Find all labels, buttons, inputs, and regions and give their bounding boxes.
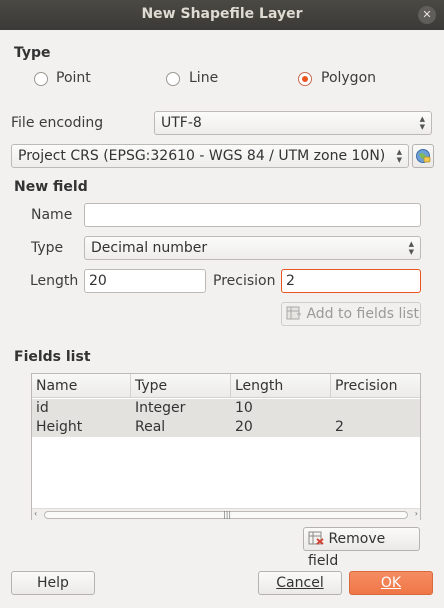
crs-select[interactable]: Project CRS (EPSG:32610 - WGS 84 / UTM z…: [11, 144, 409, 168]
globe-icon: [416, 149, 431, 163]
table-cell: 2: [335, 419, 344, 435]
type-heading: Type: [14, 45, 51, 61]
table-cell: 20: [235, 419, 253, 435]
add-to-fields-button[interactable]: Add to fields list: [281, 302, 421, 326]
radio-point[interactable]: [34, 72, 48, 86]
window-titlebar: New Shapefile Layer ✕: [0, 0, 444, 30]
length-input[interactable]: 20: [84, 269, 206, 293]
table-row[interactable]: Height Real 20 2: [32, 418, 420, 437]
help-button[interactable]: Help: [11, 571, 95, 595]
combo-arrows-icon: ▲ ▼: [419, 115, 425, 131]
close-icon[interactable]: ✕: [418, 6, 436, 24]
type-label: Type: [31, 240, 64, 256]
scroll-left-icon[interactable]: ‹: [34, 509, 37, 518]
file-encoding-select[interactable]: UTF-8 ▲ ▼: [154, 111, 432, 135]
table-cell: Height: [36, 419, 83, 435]
table-remove-icon: [308, 531, 324, 545]
new-field-heading: New field: [14, 179, 88, 195]
column-header-length[interactable]: Length: [231, 374, 331, 398]
window-title: New Shapefile Layer: [141, 6, 303, 22]
length-label: Length: [30, 273, 79, 289]
field-type-value: Decimal number: [91, 240, 208, 256]
radio-line-label[interactable]: Line: [189, 70, 218, 86]
radio-point-label[interactable]: Point: [56, 70, 91, 86]
horizontal-scrollbar[interactable]: ‹ ||| ›: [32, 508, 420, 520]
crs-value: Project CRS (EPSG:32610 - WGS 84 / UTM z…: [18, 148, 386, 164]
table-row[interactable]: id Integer 10: [32, 399, 420, 418]
column-header-name[interactable]: Name: [32, 374, 131, 398]
table-cell: 10: [235, 400, 253, 416]
fields-table[interactable]: Name Type Length Precision id Integer 10…: [31, 373, 421, 520]
radio-polygon-label[interactable]: Polygon: [321, 70, 376, 86]
table-cell: Real: [135, 419, 166, 435]
grip-icon: |||: [223, 510, 232, 519]
precision-input[interactable]: 2: [281, 269, 421, 293]
ok-button[interactable]: OK: [349, 571, 433, 595]
combo-arrows-icon: ▲ ▼: [408, 240, 414, 256]
field-type-select[interactable]: Decimal number ▲ ▼: [84, 236, 421, 260]
select-crs-button[interactable]: [412, 144, 434, 168]
file-encoding-value: UTF-8: [161, 115, 202, 131]
scrollbar-thumb[interactable]: |||: [44, 510, 408, 519]
fields-list-heading: Fields list: [14, 349, 91, 365]
name-label: Name: [31, 207, 73, 223]
table-cell: Integer: [135, 400, 186, 416]
table-cell: id: [36, 400, 49, 416]
radio-line[interactable]: [166, 72, 180, 86]
remove-field-button[interactable]: Remove field: [303, 527, 420, 569]
add-to-fields-label: Add to fields list: [306, 306, 420, 322]
precision-label: Precision: [213, 273, 276, 289]
radio-polygon[interactable]: [298, 72, 312, 86]
table-cell: [331, 399, 335, 418]
column-header-precision[interactable]: Precision: [331, 374, 420, 398]
table-add-icon: [286, 306, 301, 320]
cancel-button[interactable]: Cancel: [258, 571, 342, 595]
name-input[interactable]: [84, 203, 421, 227]
file-encoding-label: File encoding: [11, 115, 104, 131]
combo-arrows-icon: ▲ ▼: [396, 148, 402, 164]
scroll-right-icon[interactable]: ›: [415, 509, 418, 518]
column-header-type[interactable]: Type: [131, 374, 231, 398]
